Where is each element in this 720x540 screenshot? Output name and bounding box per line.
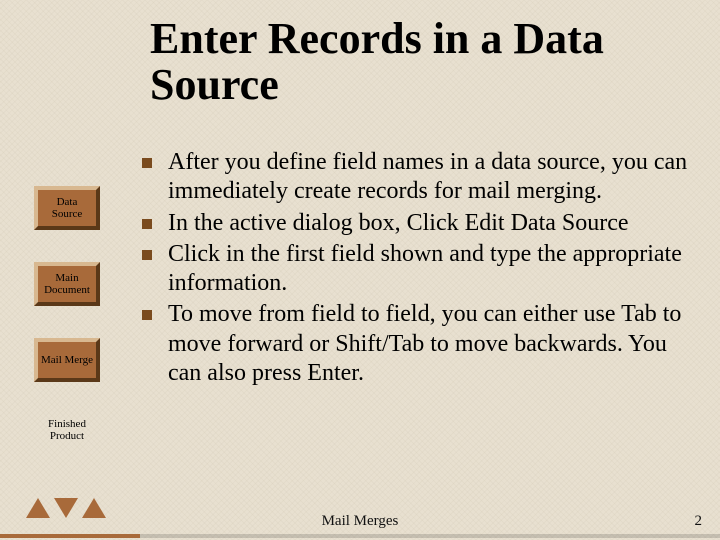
sidebar-item-mail-merge: Mail Merge <box>34 338 100 382</box>
slide-title: Enter Records in a Data Source <box>150 16 690 108</box>
footer-label: Mail Merges <box>0 513 720 530</box>
sidebar-item-finished-product: Finished Product <box>34 414 100 442</box>
sidebar: Data Source Main Document Mail Merge Fin… <box>34 186 110 442</box>
page-number: 2 <box>695 513 703 530</box>
sidebar-item-data-source: Data Source <box>34 186 100 230</box>
bullet-item: To move from field to field, you can eit… <box>140 300 692 388</box>
bullet-item: In the active dialog box, Click Edit Dat… <box>140 209 692 238</box>
bullet-list: After you define field names in a data s… <box>140 148 692 390</box>
bottom-border <box>0 534 720 538</box>
bullet-item: After you define field names in a data s… <box>140 148 692 207</box>
bullet-item: Click in the first field shown and type … <box>140 240 692 299</box>
sidebar-item-main-document: Main Document <box>34 262 100 306</box>
